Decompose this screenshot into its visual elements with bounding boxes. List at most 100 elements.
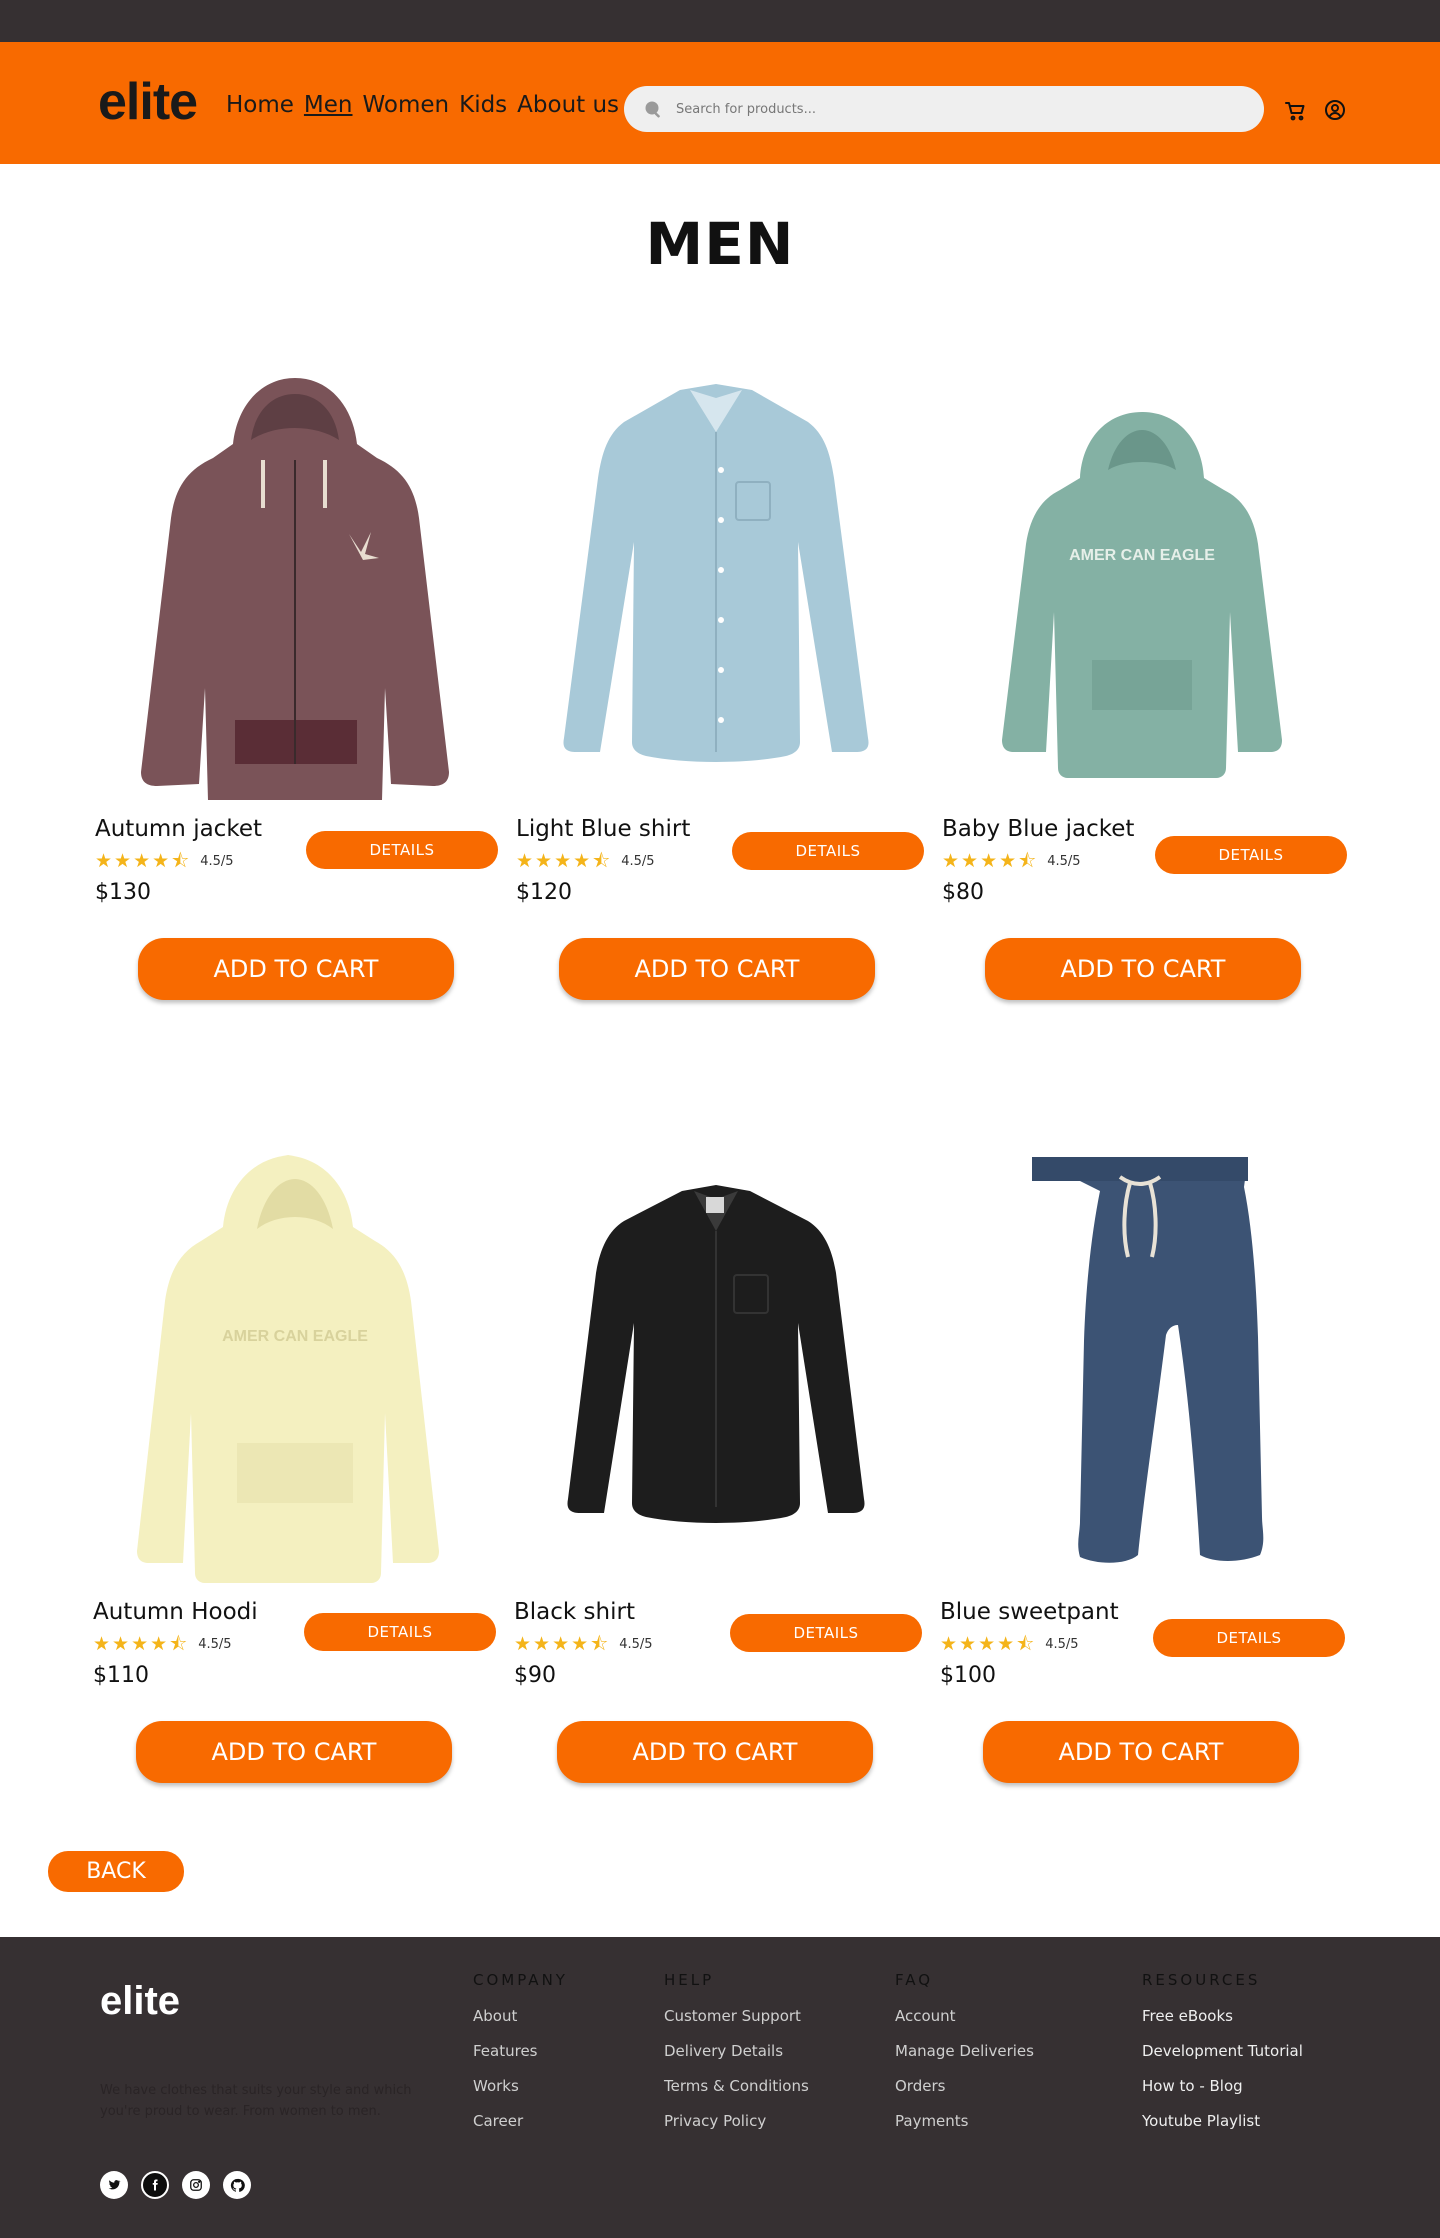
footer-link[interactable]: Free eBooks bbox=[1142, 2007, 1303, 2025]
cart-icon[interactable] bbox=[1284, 99, 1308, 123]
footer-link[interactable]: Account bbox=[895, 2007, 1034, 2025]
star-icon: ★ bbox=[535, 850, 553, 872]
footer-column-faq: FAQ Account Manage Deliveries Orders Pay… bbox=[895, 1971, 1034, 2147]
product-price: $80 bbox=[942, 880, 984, 905]
product-name: Autumn Hoodi bbox=[93, 1599, 258, 1625]
twitter-icon[interactable] bbox=[100, 2171, 128, 2199]
footer-link[interactable]: Manage Deliveries bbox=[895, 2042, 1034, 2060]
facebook-icon[interactable] bbox=[141, 2171, 169, 2199]
footer-column-company: COMPANY About Features Works Career bbox=[473, 1971, 568, 2147]
product-price: $90 bbox=[514, 1663, 556, 1688]
product-name: Baby Blue jacket bbox=[942, 816, 1135, 842]
footer-column-title: COMPANY bbox=[473, 1971, 568, 1989]
site-logo[interactable]: elite bbox=[98, 76, 198, 128]
star-icon: ★ bbox=[552, 1633, 570, 1655]
product-name: Blue sweetpant bbox=[940, 1599, 1119, 1625]
product-card: Light Blue shirt ★ ★ ★ ★ ⯪ 4.5/5 $120 DE… bbox=[516, 370, 924, 1000]
product-image[interactable] bbox=[554, 1153, 874, 1583]
star-icon: ★ bbox=[114, 850, 132, 872]
footer-tagline: We have clothes that suits your style an… bbox=[100, 2083, 412, 2119]
back-button[interactable]: BACK bbox=[48, 1851, 184, 1892]
footer-link[interactable]: Development Tutorial bbox=[1142, 2042, 1303, 2060]
top-strip bbox=[0, 0, 1440, 42]
nav-home[interactable]: Home bbox=[226, 92, 294, 120]
footer-link[interactable]: Orders bbox=[895, 2077, 1034, 2095]
half-star-icon: ⯪ bbox=[1016, 1633, 1035, 1655]
main-nav: Home Men Women Kids About us bbox=[226, 92, 619, 120]
footer-link[interactable]: Delivery Details bbox=[664, 2042, 809, 2060]
footer-link[interactable]: Youtube Playlist bbox=[1142, 2112, 1303, 2130]
instagram-icon[interactable] bbox=[182, 2171, 210, 2199]
star-icon: ★ bbox=[152, 850, 170, 872]
footer-link[interactable]: How to - Blog bbox=[1142, 2077, 1303, 2095]
footer-link[interactable]: Features bbox=[473, 2042, 568, 2060]
footer-link[interactable]: About bbox=[473, 2007, 568, 2025]
details-button[interactable]: DETAILS bbox=[304, 1613, 496, 1651]
product-card: Autumn jacket ★ ★ ★ ★ ⯪ 4.5/5 $130 DETAI… bbox=[95, 370, 498, 1000]
product-image[interactable] bbox=[135, 370, 455, 800]
github-icon[interactable] bbox=[223, 2171, 251, 2199]
search-input[interactable] bbox=[676, 86, 1236, 132]
rating-value: 4.5/5 bbox=[198, 1637, 232, 1652]
svg-text:AMER CAN EAGLE: AMER CAN EAGLE bbox=[222, 1328, 368, 1345]
star-icon: ★ bbox=[533, 1633, 551, 1655]
footer-link[interactable]: Career bbox=[473, 2112, 568, 2130]
details-button[interactable]: DETAILS bbox=[306, 831, 498, 869]
nav-women[interactable]: Women bbox=[363, 92, 450, 120]
rating-stars: ★ ★ ★ ★ ⯪ 4.5/5 bbox=[514, 1635, 653, 1654]
product-price: $110 bbox=[93, 1663, 149, 1688]
rating-stars: ★ ★ ★ ★ ⯪ 4.5/5 bbox=[93, 1635, 232, 1654]
search-icon[interactable] bbox=[644, 100, 662, 118]
site-footer: elite We have clothes that suits your st… bbox=[0, 1937, 1440, 2238]
star-icon: ★ bbox=[93, 1633, 111, 1655]
rating-value: 4.5/5 bbox=[619, 1637, 653, 1652]
add-to-cart-button[interactable]: ADD TO CART bbox=[136, 1721, 452, 1783]
half-star-icon: ⯪ bbox=[592, 850, 611, 872]
rating-stars: ★ ★ ★ ★ ⯪ 4.5/5 bbox=[942, 852, 1081, 871]
add-to-cart-button[interactable]: ADD TO CART bbox=[559, 938, 875, 1000]
rating-stars: ★ ★ ★ ★ ⯪ 4.5/5 bbox=[95, 852, 234, 871]
details-button[interactable]: DETAILS bbox=[730, 1614, 922, 1652]
product-card: Blue sweetpant ★ ★ ★ ★ ⯪ 4.5/5 $100 DETA… bbox=[940, 1153, 1345, 1783]
add-to-cart-button[interactable]: ADD TO CART bbox=[985, 938, 1301, 1000]
site-header: elite Home Men Women Kids About us bbox=[0, 42, 1440, 164]
footer-link[interactable]: Customer Support bbox=[664, 2007, 809, 2025]
product-image[interactable]: AMER CAN EAGLE bbox=[982, 370, 1302, 800]
half-star-icon: ⯪ bbox=[171, 850, 190, 872]
nav-about-us[interactable]: About us bbox=[517, 92, 619, 120]
star-icon: ★ bbox=[131, 1633, 149, 1655]
add-to-cart-button[interactable]: ADD TO CART bbox=[557, 1721, 873, 1783]
rating-stars: ★ ★ ★ ★ ⯪ 4.5/5 bbox=[516, 852, 655, 871]
footer-link[interactable]: Privacy Policy bbox=[664, 2112, 809, 2130]
footer-column-title: FAQ bbox=[895, 1971, 934, 1989]
nav-kids[interactable]: Kids bbox=[459, 92, 507, 120]
footer-column-title: RESOURCES bbox=[1142, 1971, 1261, 1989]
footer-link[interactable]: Terms & Conditions bbox=[664, 2077, 809, 2095]
footer-link[interactable]: Works bbox=[473, 2077, 568, 2095]
rating-value: 4.5/5 bbox=[200, 854, 234, 869]
user-icon[interactable] bbox=[1323, 98, 1347, 122]
footer-logo[interactable]: elite bbox=[100, 1979, 180, 2024]
add-to-cart-button[interactable]: ADD TO CART bbox=[983, 1721, 1299, 1783]
footer-link[interactable]: Payments bbox=[895, 2112, 1034, 2130]
search-bar bbox=[624, 86, 1264, 132]
star-icon: ★ bbox=[571, 1633, 589, 1655]
product-image[interactable]: AMER CAN EAGLE bbox=[133, 1153, 453, 1583]
rating-stars: ★ ★ ★ ★ ⯪ 4.5/5 bbox=[940, 1635, 1079, 1654]
product-price: $120 bbox=[516, 880, 572, 905]
details-button[interactable]: DETAILS bbox=[1155, 836, 1347, 874]
star-icon: ★ bbox=[940, 1633, 958, 1655]
product-image[interactable] bbox=[980, 1153, 1300, 1583]
product-image[interactable] bbox=[556, 370, 876, 800]
product-price: $100 bbox=[940, 1663, 996, 1688]
rating-value: 4.5/5 bbox=[1045, 1637, 1079, 1652]
details-button[interactable]: DETAILS bbox=[1153, 1619, 1345, 1657]
star-icon: ★ bbox=[150, 1633, 168, 1655]
details-button[interactable]: DETAILS bbox=[732, 832, 924, 870]
star-icon: ★ bbox=[999, 850, 1017, 872]
add-to-cart-button[interactable]: ADD TO CART bbox=[138, 938, 454, 1000]
footer-column-help: HELP Customer Support Delivery Details T… bbox=[664, 1971, 809, 2147]
star-icon: ★ bbox=[978, 1633, 996, 1655]
nav-men[interactable]: Men bbox=[304, 92, 353, 120]
star-icon: ★ bbox=[959, 1633, 977, 1655]
